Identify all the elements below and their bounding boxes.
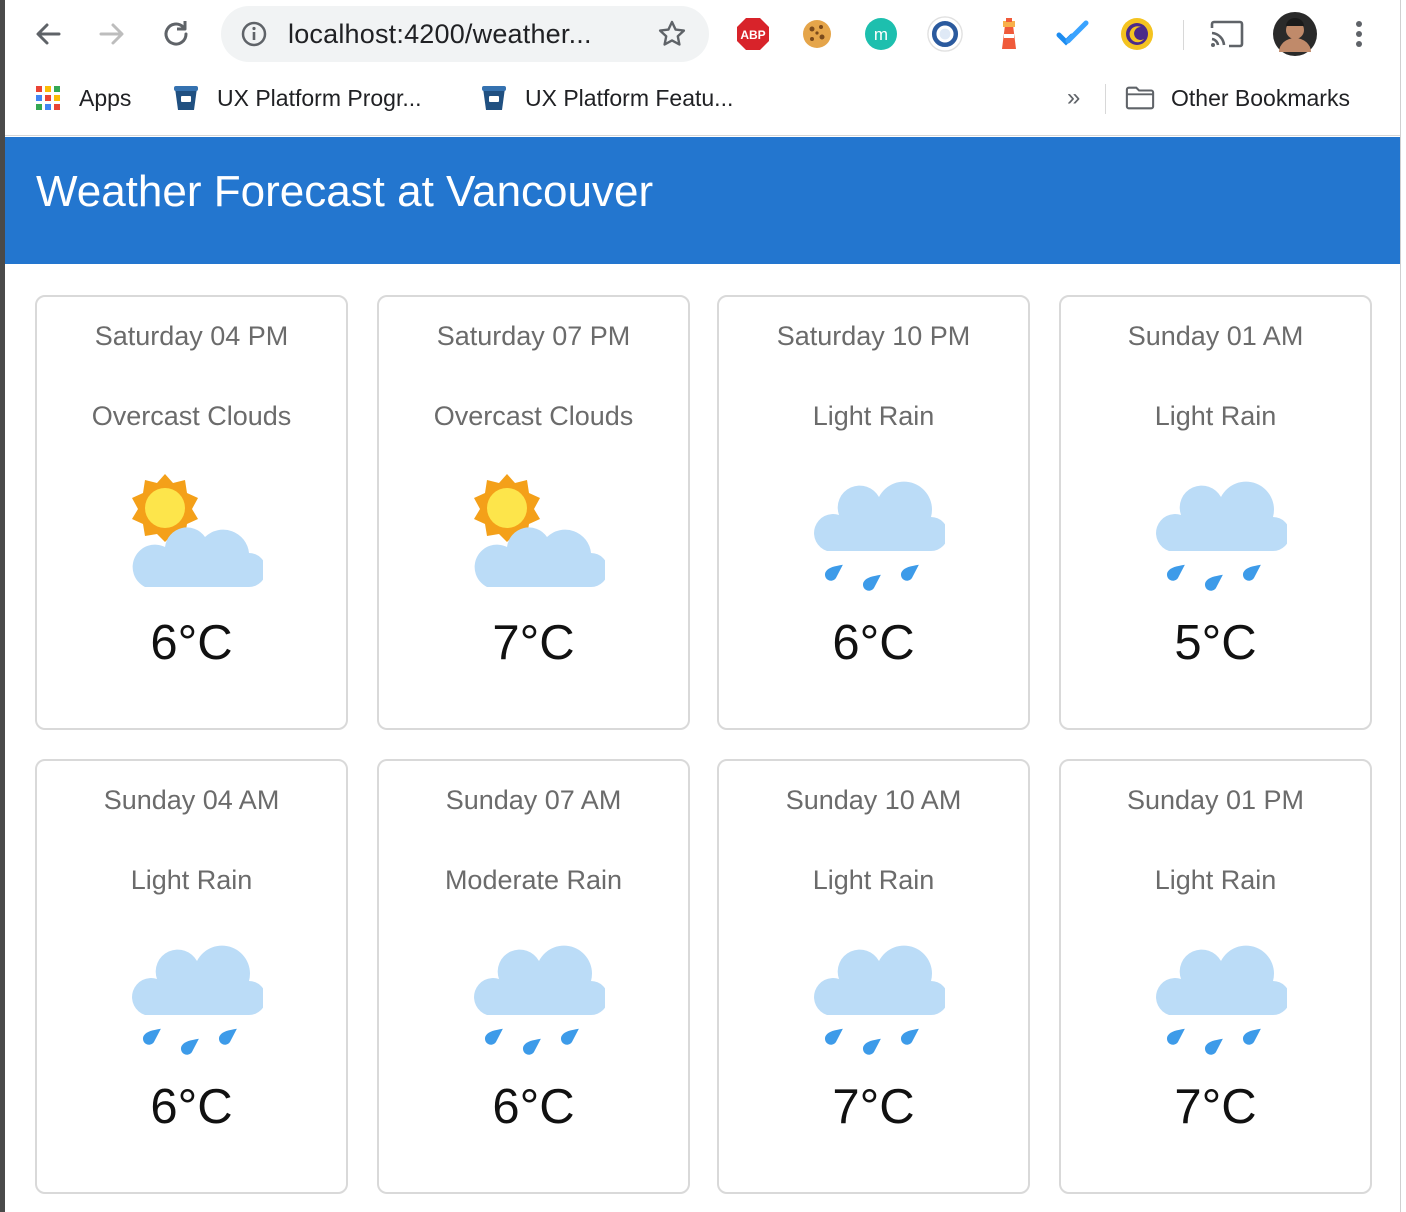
adblock-plus-icon[interactable]: ABP <box>735 16 771 52</box>
forecast-time: Saturday 10 PM <box>776 321 971 351</box>
forecast-description: Light Rain <box>812 865 935 895</box>
avatar[interactable] <box>1273 12 1317 56</box>
svg-text:m: m <box>874 25 888 44</box>
bookmark-label: UX Platform Progr... <box>217 84 422 111</box>
forward-button[interactable] <box>92 14 132 54</box>
bookmark-label: Apps <box>79 84 132 111</box>
bookmark-label: Other Bookmarks <box>1171 84 1350 111</box>
bookmark-other-bookmarks[interactable]: Other Bookmarks <box>1125 80 1350 116</box>
toolbar-separator <box>1183 20 1184 50</box>
rain-cloud-icon <box>805 933 948 1065</box>
forecast-description: Light Rain <box>130 865 253 895</box>
forecast-description: Overcast Clouds <box>433 401 634 431</box>
svg-text:ABP: ABP <box>740 28 765 42</box>
forecast-description: Light Rain <box>812 401 935 431</box>
address-bar[interactable]: localhost:4200/weather... <box>221 6 709 62</box>
forecast-temperature: 6°C <box>150 1080 233 1134</box>
ring-extension-icon[interactable] <box>927 16 963 52</box>
bookmark-ux-platform-features[interactable]: UX Platform Featu... <box>479 80 733 116</box>
reload-button[interactable] <box>156 14 196 54</box>
forecast-temperature: 5°C <box>1174 616 1257 670</box>
bookmark-ux-platform-progress[interactable]: UX Platform Progr... <box>171 80 422 116</box>
todoist-check-icon[interactable] <box>1055 16 1091 52</box>
night-mode-icon[interactable] <box>1119 16 1155 52</box>
forecast-card: Saturday 07 PM Overcast Clouds 7°C <box>377 295 690 730</box>
forecast-card: Sunday 01 PM Light Rain 7°C <box>1059 759 1372 1194</box>
forecast-description: Light Rain <box>1154 865 1277 895</box>
forecast-time: Saturday 07 PM <box>436 321 631 351</box>
forecast-card: Sunday 07 AM Moderate Rain 6°C <box>377 759 690 1194</box>
sun-behind-cloud-icon <box>123 469 266 601</box>
app-header: Weather Forecast at Vancouver <box>5 137 1400 264</box>
forecast-description: Moderate Rain <box>444 865 623 895</box>
url-text[interactable]: localhost:4200/weather... <box>288 19 592 50</box>
forecast-temperature: 6°C <box>832 616 915 670</box>
menu-kebab-icon[interactable] <box>1341 16 1377 52</box>
reload-icon <box>164 21 188 46</box>
forecast-card: Saturday 10 PM Light Rain 6°C <box>717 295 1030 730</box>
back-button[interactable] <box>28 14 68 54</box>
chevron-double-right-icon: » <box>1067 84 1081 111</box>
mercury-icon[interactable]: m <box>863 16 899 52</box>
sun-behind-cloud-icon <box>465 469 608 601</box>
lighthouse-icon[interactable] <box>991 16 1027 52</box>
bookmark-apps[interactable]: Apps <box>33 80 131 116</box>
cookie-icon[interactable] <box>799 16 835 52</box>
forecast-temperature: 6°C <box>150 616 233 670</box>
forecast-card: Sunday 10 AM Light Rain 7°C <box>717 759 1030 1194</box>
page-title: Weather Forecast at Vancouver <box>36 167 654 216</box>
bookmarks-separator <box>1105 84 1106 114</box>
bookmark-label: UX Platform Featu... <box>525 84 734 111</box>
cast-icon[interactable] <box>1209 16 1245 52</box>
forecast-temperature: 7°C <box>492 616 575 670</box>
forecast-description: Light Rain <box>1154 401 1277 431</box>
background-window-edge-right <box>1400 0 1406 1212</box>
forward-arrow-icon <box>99 23 124 45</box>
forecast-card: Saturday 04 PM Overcast Clouds 6°C <box>35 295 348 730</box>
back-arrow-icon <box>36 23 61 45</box>
rain-cloud-icon <box>805 469 948 601</box>
rain-cloud-icon <box>465 933 608 1065</box>
apps-grid-icon <box>33 83 63 113</box>
bucket-icon <box>171 83 201 113</box>
bookmark-star-icon[interactable] <box>657 19 687 49</box>
info-icon[interactable] <box>241 21 267 47</box>
forecast-temperature: 6°C <box>492 1080 575 1134</box>
forecast-description: Overcast Clouds <box>91 401 292 431</box>
browser-chrome: localhost:4200/weather... ABP m Apps UX … <box>5 0 1400 136</box>
forecast-time: Sunday 04 AM <box>103 785 280 815</box>
forecast-time: Sunday 01 AM <box>1127 321 1304 351</box>
forecast-time: Saturday 04 PM <box>94 321 289 351</box>
rain-cloud-icon <box>123 933 266 1065</box>
bookmarks-bar: Apps UX Platform Progr... UX Platform Fe… <box>5 68 1400 128</box>
forecast-time: Sunday 07 AM <box>445 785 622 815</box>
browser-toolbar: localhost:4200/weather... ABP m <box>5 0 1400 68</box>
forecast-time: Sunday 01 PM <box>1126 785 1305 815</box>
forecast-temperature: 7°C <box>1174 1080 1257 1134</box>
bookmarks-overflow-button[interactable]: » <box>1067 80 1080 116</box>
forecast-time: Sunday 10 AM <box>785 785 962 815</box>
folder-icon <box>1125 83 1155 113</box>
rain-cloud-icon <box>1147 933 1290 1065</box>
bucket-icon <box>479 83 509 113</box>
forecast-card: Sunday 04 AM Light Rain 6°C <box>35 759 348 1194</box>
rain-cloud-icon <box>1147 469 1290 601</box>
forecast-card: Sunday 01 AM Light Rain 5°C <box>1059 295 1372 730</box>
forecast-temperature: 7°C <box>832 1080 915 1134</box>
